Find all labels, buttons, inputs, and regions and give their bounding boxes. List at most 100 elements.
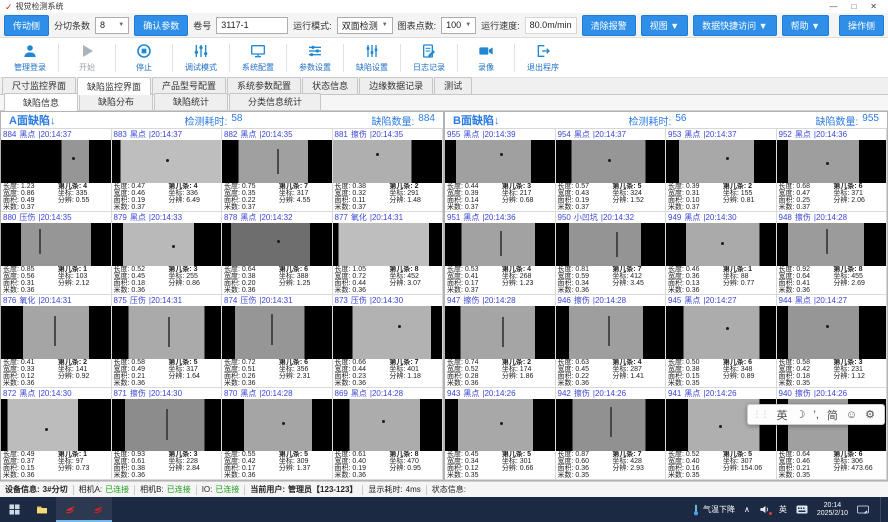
defect-thumbnail[interactable] [333,223,443,266]
defect-thumbnail[interactable] [666,140,776,183]
volume-icon[interactable] [759,504,770,515]
defect-cell[interactable]: 872黑点|20:14:30长度: 0.49宽度: 0.37面积: 0.15米数… [1,388,112,480]
ime-tray-icon[interactable] [796,504,808,515]
show-desktop-button[interactable] [880,497,884,522]
system-config-button[interactable]: 系统配置 [232,41,284,75]
defect-thumbnail[interactable] [556,306,666,359]
defect-thumbnail[interactable] [222,399,332,451]
defect-thumbnail[interactable] [777,140,887,183]
defect-cell[interactable]: 873压伤|20:14:30长度: 0.66宽度: 0.44面积: 0.23米数… [333,295,444,388]
defect-thumbnail[interactable] [445,140,555,183]
slit-count-select[interactable]: 8 ▼ [95,17,129,34]
defect-thumbnail[interactable] [222,140,332,183]
defect-cell[interactable]: 947擦伤|20:14:28长度: 0.74宽度: 0.52面积: 0.28米数… [445,295,556,388]
confirm-params-button[interactable]: 确认参数 [134,15,188,36]
defect-cell[interactable]: 944黑点|20:14:27长度: 0.58宽度: 0.42面积: 0.18米数… [777,295,888,388]
defect-cell[interactable]: 953黑点|20:14:37长度: 0.39宽度: 0.31面积: 0.10米数… [666,129,777,212]
debug-mode-button[interactable]: 调试模式 [175,41,227,75]
defect-cell[interactable]: 942擦伤|20:14:26长度: 0.87宽度: 0.60面积: 0.36米数… [556,388,667,480]
defect-cell[interactable]: 871擦伤|20:14:30长度: 0.93宽度: 0.61面积: 0.38米数… [112,388,223,480]
main-tab[interactable]: 测试 [434,77,472,94]
start-button[interactable]: 开始 [61,41,113,75]
main-tab[interactable]: 尺寸监控界面 [2,77,76,94]
defect-thumbnail[interactable] [333,399,443,451]
defect-cell[interactable]: 950小凹坑|20:14:32长度: 0.81宽度: 0.59面积: 0.34米… [556,212,667,295]
clock[interactable]: 20:14 2025/2/10 [817,502,848,518]
defect-cell[interactable]: 954黑点|20:14:37长度: 0.57宽度: 0.43面积: 0.19米数… [556,129,667,212]
main-tab[interactable]: 状态信息 [302,77,358,94]
operator-side-button[interactable]: 操作侧 [839,15,884,36]
defect-cell[interactable]: 952黑点|20:14:36长度: 0.68宽度: 0.47面积: 0.25米数… [777,129,888,212]
defect-cell[interactable]: 869黑点|20:14:28长度: 0.61宽度: 0.40面积: 0.19米数… [333,388,444,480]
defect-thumbnail[interactable] [1,223,111,266]
clear-alarm-button[interactable]: 清除报警 [582,15,636,36]
defect-thumbnail[interactable] [556,140,666,183]
defect-thumbnail[interactable] [445,223,555,266]
defect-thumbnail[interactable] [666,306,776,359]
defect-cell[interactable]: 875压伤|20:14:31长度: 0.58宽度: 0.49面积: 0.21米数… [112,295,223,388]
defect-cell[interactable]: 941黑点|20:14:26长度: 0.52宽度: 0.40面积: 0.16米数… [666,388,777,480]
defect-cell[interactable]: 882黑点|20:14:35长度: 0.75宽度: 0.35面积: 0.22米数… [222,129,333,212]
defect-thumbnail[interactable] [777,306,887,359]
ime-night-icon[interactable]: ☽ [796,408,806,421]
exit-button[interactable]: 退出程序 [517,41,569,75]
main-tab[interactable]: 产品型号配置 [152,77,226,94]
ime-lang-en[interactable]: 英 [777,407,788,423]
drive-side-button[interactable]: 传动侧 [4,15,49,36]
inspection-app-button-2[interactable] [84,497,112,522]
language-indicator[interactable]: 英 [779,504,787,515]
main-tab[interactable]: 缺陷监控界面 [77,77,151,95]
touch-keyboard-icon[interactable] [857,504,869,515]
defect-cell[interactable]: 880压伤|20:14:35长度: 0.85宽度: 0.56面积: 0.31米数… [1,212,112,295]
defect-thumbnail[interactable] [556,223,666,266]
weather-widget[interactable]: 气温下降 [692,504,735,516]
chart-points-select[interactable]: 100 ▼ [441,17,476,34]
defect-thumbnail[interactable] [112,140,222,183]
login-button[interactable]: 管理登录 [4,41,56,75]
defect-cell[interactable]: 948擦伤|20:14:28长度: 0.92宽度: 0.64面积: 0.41米数… [777,212,888,295]
defect-cell[interactable]: 877氧化|20:14:31长度: 1.05宽度: 0.72面积: 0.44米数… [333,212,444,295]
defect-thumbnail[interactable] [1,140,111,183]
start-button[interactable] [0,497,28,522]
defect-thumbnail[interactable] [1,306,111,359]
defect-cell[interactable]: 870黑点|20:14:28长度: 0.55宽度: 0.42面积: 0.17米数… [222,388,333,480]
defect-thumbnail[interactable] [112,399,222,451]
defect-cell[interactable]: 879黑点|20:14:33长度: 0.52宽度: 0.45面积: 0.18米数… [112,212,223,295]
defect-thumbnail[interactable] [222,306,332,359]
defect-thumbnail[interactable] [333,306,443,359]
defect-thumbnail[interactable] [556,399,666,451]
sub-tab[interactable]: 分类信息统计 [229,93,321,110]
defect-cell[interactable]: 949黑点|20:14:30长度: 0.46宽度: 0.36面积: 0.13米数… [666,212,777,295]
defect-thumbnail[interactable] [777,223,887,266]
defect-cell[interactable]: 876氧化|20:14:31长度: 0.41宽度: 0.33面积: 0.12米数… [1,295,112,388]
defect-thumbnail[interactable] [1,399,111,451]
run-mode-select[interactable]: 双面检测 ▼ [337,17,393,34]
tray-expand-chevron[interactable]: ∧ [744,505,750,514]
defect-cell[interactable]: 951黑点|20:14:36长度: 0.53宽度: 0.41面积: 0.17米数… [445,212,556,295]
defect-thumbnail[interactable] [445,399,555,451]
ime-settings-icon[interactable]: ⚙ [865,408,875,421]
data-quick-access-button[interactable]: 数据快捷访问 ▼ [693,15,776,36]
view-menu-button[interactable]: 视图 ▼ [641,15,688,36]
maximize-button[interactable]: □ [851,2,856,11]
defect-cell[interactable]: 955黑点|20:14:39长度: 0.44宽度: 0.39面积: 0.14米数… [445,129,556,212]
defect-thumbnail[interactable] [222,223,332,266]
main-tab[interactable]: 边缘数据记录 [359,77,433,94]
ime-emoji-icon[interactable]: ☺ [846,409,857,421]
log-button[interactable]: 日志记录 [403,41,455,75]
panel-title[interactable]: B面缺陷↓ [453,112,499,128]
ime-punct-icon[interactable]: ’, [813,409,819,421]
defect-thumbnail[interactable] [112,223,222,266]
defect-cell[interactable]: 883黑点|20:14:37长度: 0.47宽度: 0.46面积: 0.19米数… [112,129,223,212]
file-explorer-button[interactable] [28,497,56,522]
close-button[interactable]: ✕ [870,2,877,11]
defect-cell[interactable]: 878黑点|20:14:32长度: 0.64宽度: 0.38面积: 0.20米数… [222,212,333,295]
ime-simplified[interactable]: 简 [827,407,838,423]
inspection-app-button[interactable] [56,497,84,522]
capture-button[interactable]: 录像 [460,41,512,75]
defect-cell[interactable]: 940擦伤|20:14:26长度: 0.64宽度: 0.46面积: 0.21米数… [777,388,888,480]
help-menu-button[interactable]: 帮助 ▼ [782,15,829,36]
defect-cell[interactable]: 946擦伤|20:14:28长度: 0.63宽度: 0.45面积: 0.22米数… [556,295,667,388]
defect-thumbnail[interactable] [666,223,776,266]
defect-cell[interactable]: 945黑点|20:14:27长度: 0.50宽度: 0.38面积: 0.15米数… [666,295,777,388]
